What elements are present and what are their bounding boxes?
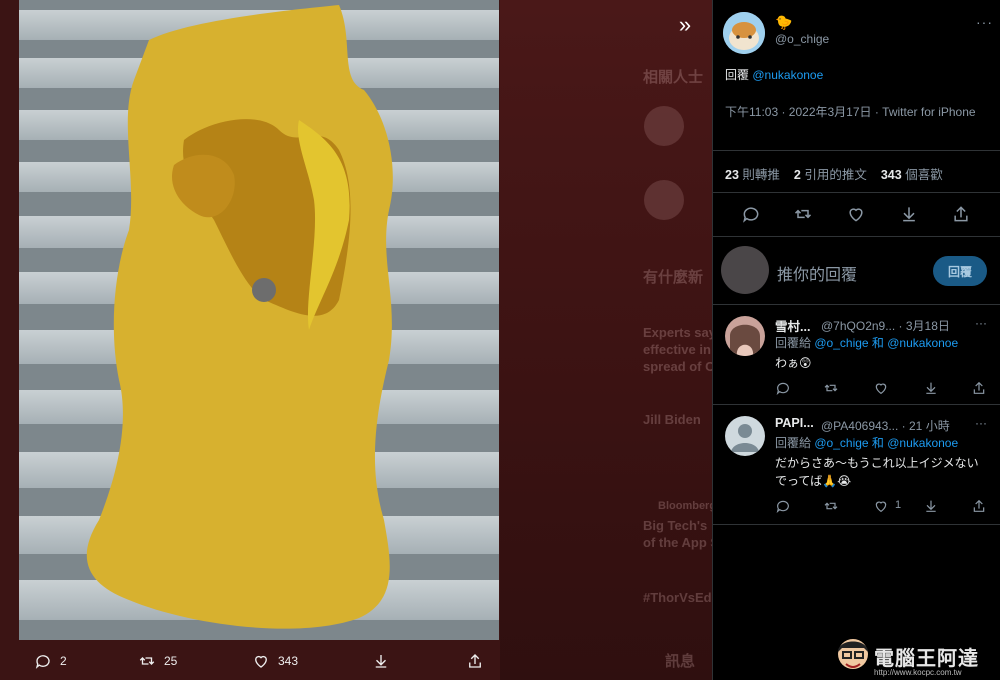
share-icon[interactable] <box>971 380 987 396</box>
author-handle[interactable]: @o_chige <box>775 32 829 46</box>
share-icon <box>469 654 481 668</box>
photo-reply-action[interactable]: 2 <box>34 652 67 670</box>
bg-related-title: 相關人士 <box>643 69 704 86</box>
reply-item[interactable]: PAPI... @PA406943... · 21 小時 ··· 回覆給 @o_… <box>713 416 1000 524</box>
bg-headline: Experts say <box>643 325 712 340</box>
reply-icon[interactable] <box>775 380 791 396</box>
bg-avatar <box>644 106 684 146</box>
divider <box>713 150 1000 151</box>
photo-reply-count: 2 <box>60 654 67 668</box>
reply-users-link[interactable]: @o_chige 和 @nukakonoe <box>814 336 958 350</box>
watermark-text: 電腦王阿達 <box>874 648 979 670</box>
reply-icon <box>35 655 50 669</box>
collapse-panel-button[interactable]: » <box>672 12 698 38</box>
tweet-photo[interactable] <box>19 0 499 640</box>
mascot-logo <box>838 639 868 669</box>
reply-to-line: 回覆 @nukakonoe <box>725 66 823 83</box>
download-icon[interactable] <box>899 204 919 224</box>
download-icon <box>375 655 387 668</box>
tweet-actions <box>713 204 1000 228</box>
retweet-icon[interactable] <box>823 380 839 396</box>
tweet-meta: 下午11:03 · 2022年3月17日 · Twitter for iPhon… <box>725 105 976 119</box>
reply-icon[interactable] <box>741 204 761 224</box>
divider <box>713 304 1000 305</box>
photo-download-action[interactable] <box>372 652 390 670</box>
bg-hashtag: #ThorVsEd <box>643 590 712 605</box>
divider <box>713 404 1000 405</box>
bg-avatar <box>644 180 684 220</box>
retweet-icon[interactable] <box>793 204 813 224</box>
background-timeline <box>500 0 712 680</box>
reply-actions: 1 <box>775 498 989 516</box>
share-icon[interactable] <box>951 204 971 224</box>
likes-stat[interactable]: 343 個喜歡 <box>881 164 943 183</box>
reply-button[interactable]: 回覆 <box>933 256 987 286</box>
reply-avatar[interactable] <box>725 416 765 456</box>
reply-handle-date[interactable]: @PA406943... · 21 小時 <box>821 417 950 434</box>
reply-author-name[interactable]: PAPI... <box>775 416 814 430</box>
watermark-url: http://www.kocpc.com.tw <box>874 668 962 677</box>
reply-input[interactable]: 推你的回覆 <box>777 261 857 285</box>
reply-composer: 推你的回覆 回覆 <box>713 244 1000 300</box>
sponge-photo <box>19 0 499 640</box>
more-icon[interactable]: ··· <box>975 316 987 330</box>
reply-users-link[interactable]: @o_chige 和 @nukakonoe <box>814 436 958 450</box>
photo-retweet-count: 25 <box>164 654 178 668</box>
quotes-stat[interactable]: 2 引用的推文 <box>794 164 867 183</box>
retweets-stat[interactable]: 23 則轉推 <box>725 164 780 183</box>
photo-share-action[interactable] <box>466 652 484 670</box>
reply-icon[interactable] <box>775 498 791 514</box>
photo-like-action[interactable]: 343 <box>252 652 298 670</box>
bg-source: Bloomberg <box>658 500 712 512</box>
divider <box>713 524 1000 525</box>
bg-person: Jill Biden <box>643 412 701 427</box>
reply-target-link[interactable]: @nukakonoe <box>752 68 823 82</box>
author-avatar[interactable] <box>723 12 765 54</box>
bg-headline: Big Tech's <box>643 518 708 533</box>
tweet-detail-panel: 🐤 @o_chige ··· 回覆 @nukakonoe 下午11:03 · 2… <box>712 0 1000 680</box>
reply-to-line: 回覆給 @o_chige 和 @nukakonoe <box>775 436 959 450</box>
reply-actions <box>775 380 989 398</box>
photo-retweet-action[interactable]: 25 <box>138 652 177 670</box>
author-emoji: 🐤 <box>775 14 793 30</box>
like-icon[interactable] <box>846 204 866 224</box>
more-icon[interactable]: ··· <box>975 416 987 430</box>
photo-action-bar: 2 25 343 <box>0 640 500 680</box>
collapse-icon: » <box>678 12 692 37</box>
like-icon <box>255 655 267 668</box>
reply-like-count: 1 <box>895 499 902 511</box>
bg-headline: of the App S <box>643 535 712 550</box>
site-watermark: 電腦王阿達 http://www.kocpc.com.tw <box>834 632 1000 680</box>
photo-like-count: 343 <box>278 654 299 668</box>
tweet-header: 🐤 @o_chige ··· <box>723 12 993 54</box>
like-icon[interactable] <box>873 498 889 514</box>
bg-messages-label: 訊息 <box>665 653 696 670</box>
divider <box>713 192 1000 193</box>
author-name[interactable]: 🐤 <box>775 14 792 31</box>
more-icon[interactable]: ··· <box>976 14 993 30</box>
reply-label: 回覆 <box>725 68 750 82</box>
reply-item[interactable]: 雪村... @7hQO2n9... · 3月18日 ··· 回覆給 @o_chi… <box>713 316 1000 404</box>
my-avatar <box>721 246 769 294</box>
download-icon[interactable] <box>923 380 939 396</box>
retweet-icon <box>139 657 155 665</box>
bg-trending-title: 有什麼新 <box>643 269 704 286</box>
reply-text: だからさあ〜もうこれ以上イジメないでってば🙏😭 <box>775 456 979 488</box>
divider <box>713 236 1000 237</box>
bg-headline: spread of C <box>643 359 712 374</box>
reply-avatar[interactable] <box>725 316 765 356</box>
share-icon[interactable] <box>971 498 987 514</box>
retweet-icon[interactable] <box>823 498 839 514</box>
reply-text: わぁ😲 <box>775 356 812 370</box>
bg-headline: effective in <box>643 342 711 357</box>
reply-to-line: 回覆給 @o_chige 和 @nukakonoe <box>775 336 959 350</box>
tweet-stats: 23 則轉推 2 引用的推文 343 個喜歡 <box>725 164 943 183</box>
like-icon[interactable] <box>873 380 889 396</box>
reply-handle-date[interactable]: @7hQO2n9... · 3月18日 <box>821 317 950 334</box>
media-overlay: 相關人士 有什麼新 Experts say effective in sprea… <box>0 0 712 680</box>
reply-author-name[interactable]: 雪村... <box>775 316 810 335</box>
download-icon[interactable] <box>923 498 939 514</box>
